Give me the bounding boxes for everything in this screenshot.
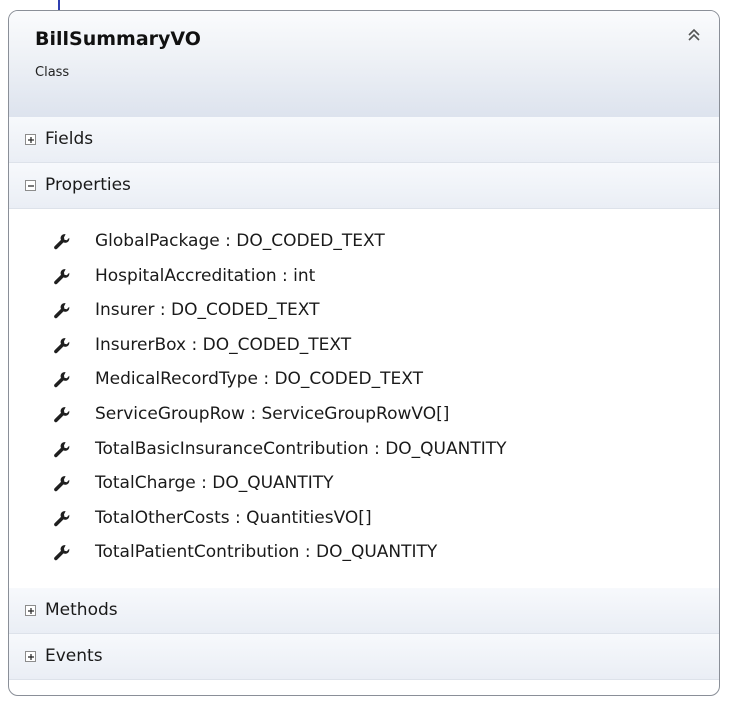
property-item[interactable]: MedicalRecordType : DO_CODED_TEXT: [9, 365, 719, 399]
property-item[interactable]: HospitalAccreditation : int: [9, 262, 719, 296]
property-label: InsurerBox : DO_CODED_TEXT: [95, 334, 352, 355]
class-name: BillSummaryVO: [35, 28, 201, 50]
property-item[interactable]: TotalCharge : DO_QUANTITY: [9, 469, 719, 503]
wrench-icon: [53, 268, 71, 286]
property-label: TotalPatientContribution : DO_QUANTITY: [95, 542, 438, 563]
property-item[interactable]: ServiceGroupRow : ServiceGroupRowVO[]: [9, 400, 719, 434]
expand-plus-icon[interactable]: [25, 134, 36, 145]
property-label: HospitalAccreditation : int: [95, 265, 316, 286]
section-label-events: Events: [45, 646, 103, 666]
wrench-icon: [53, 337, 71, 355]
collapse-minus-icon[interactable]: [25, 180, 36, 191]
class-shape[interactable]: BillSummaryVO Class Fields Properties Gl…: [8, 10, 720, 696]
property-label: GlobalPackage : DO_CODED_TEXT: [95, 231, 385, 251]
class-kind: Class: [35, 65, 70, 80]
property-label: ServiceGroupRow : ServiceGroupRowVO[]: [95, 404, 450, 424]
section-properties[interactable]: Properties: [9, 163, 719, 209]
property-item[interactable]: Insurer : DO_CODED_TEXT: [9, 296, 719, 330]
expand-plus-icon[interactable]: [25, 605, 36, 616]
wrench-icon: [53, 510, 71, 528]
section-label-properties: Properties: [45, 175, 131, 195]
property-label: TotalCharge : DO_QUANTITY: [95, 473, 334, 494]
section-label-methods: Methods: [45, 600, 118, 620]
wrench-icon: [53, 233, 71, 251]
property-item[interactable]: TotalOtherCosts : QuantitiesVO[]: [9, 504, 719, 538]
property-label: Insurer : DO_CODED_TEXT: [95, 300, 320, 321]
property-item[interactable]: TotalBasicInsuranceContribution : DO_QUA…: [9, 435, 719, 469]
expand-plus-icon[interactable]: [25, 651, 36, 662]
wrench-icon: [53, 406, 71, 424]
property-label: TotalBasicInsuranceContribution : DO_QUA…: [95, 438, 507, 459]
property-label: TotalOtherCosts : QuantitiesVO[]: [95, 507, 372, 528]
wrench-icon: [53, 441, 71, 459]
property-item[interactable]: TotalPatientContribution : DO_QUANTITY: [9, 538, 719, 572]
section-events[interactable]: Events: [9, 634, 719, 680]
properties-list: GlobalPackage : DO_CODED_TEXT HospitalAcc…: [9, 219, 719, 582]
property-item[interactable]: InsurerBox : DO_CODED_TEXT: [9, 331, 719, 365]
collapse-chevron-icon[interactable]: [687, 27, 701, 43]
wrench-icon: [53, 544, 71, 562]
wrench-icon: [53, 302, 71, 320]
section-label-fields: Fields: [45, 129, 94, 149]
wrench-icon: [53, 371, 71, 389]
property-label: MedicalRecordType : DO_CODED_TEXT: [95, 369, 423, 390]
section-methods[interactable]: Methods: [9, 588, 719, 634]
class-header[interactable]: BillSummaryVO Class: [9, 11, 719, 118]
wrench-icon: [53, 475, 71, 493]
section-fields[interactable]: Fields: [9, 117, 719, 163]
property-item[interactable]: GlobalPackage : DO_CODED_TEXT: [9, 227, 719, 261]
